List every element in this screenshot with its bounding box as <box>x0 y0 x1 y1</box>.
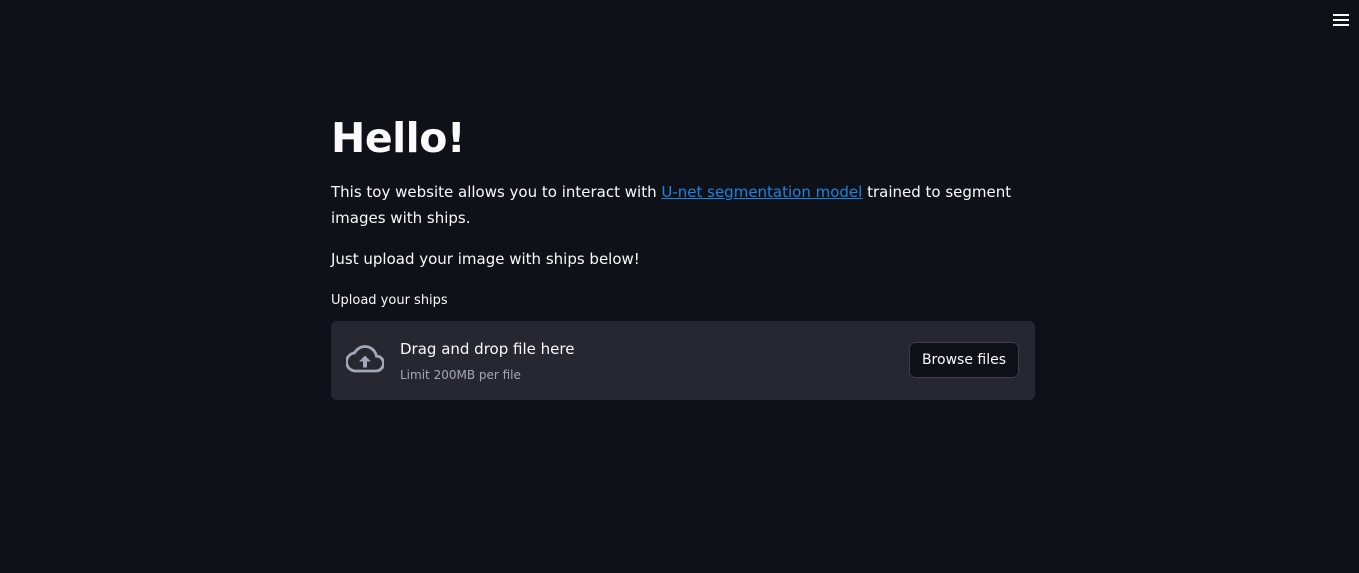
main-menu-button[interactable] <box>1331 8 1351 32</box>
drop-instruction-text: Drag and drop file here <box>400 340 575 358</box>
upload-label: Upload your ships <box>331 293 448 308</box>
cloud-upload-icon <box>345 343 385 377</box>
intro-text-before: This toy website allows you to interact … <box>331 183 662 201</box>
page-title: Hello! <box>331 114 466 162</box>
hamburger-menu-icon <box>1333 14 1349 26</box>
browse-files-button[interactable]: Browse files <box>908 342 1019 378</box>
file-dropzone[interactable]: Drag and drop file here Limit 200MB per … <box>331 321 1035 400</box>
unet-model-link[interactable]: U-net segmentation model <box>661 183 862 201</box>
upload-instruction: Just upload your image with ships below! <box>331 250 640 268</box>
file-size-limit: Limit 200MB per file <box>400 368 521 382</box>
intro-paragraph: This toy website allows you to interact … <box>331 179 1035 231</box>
